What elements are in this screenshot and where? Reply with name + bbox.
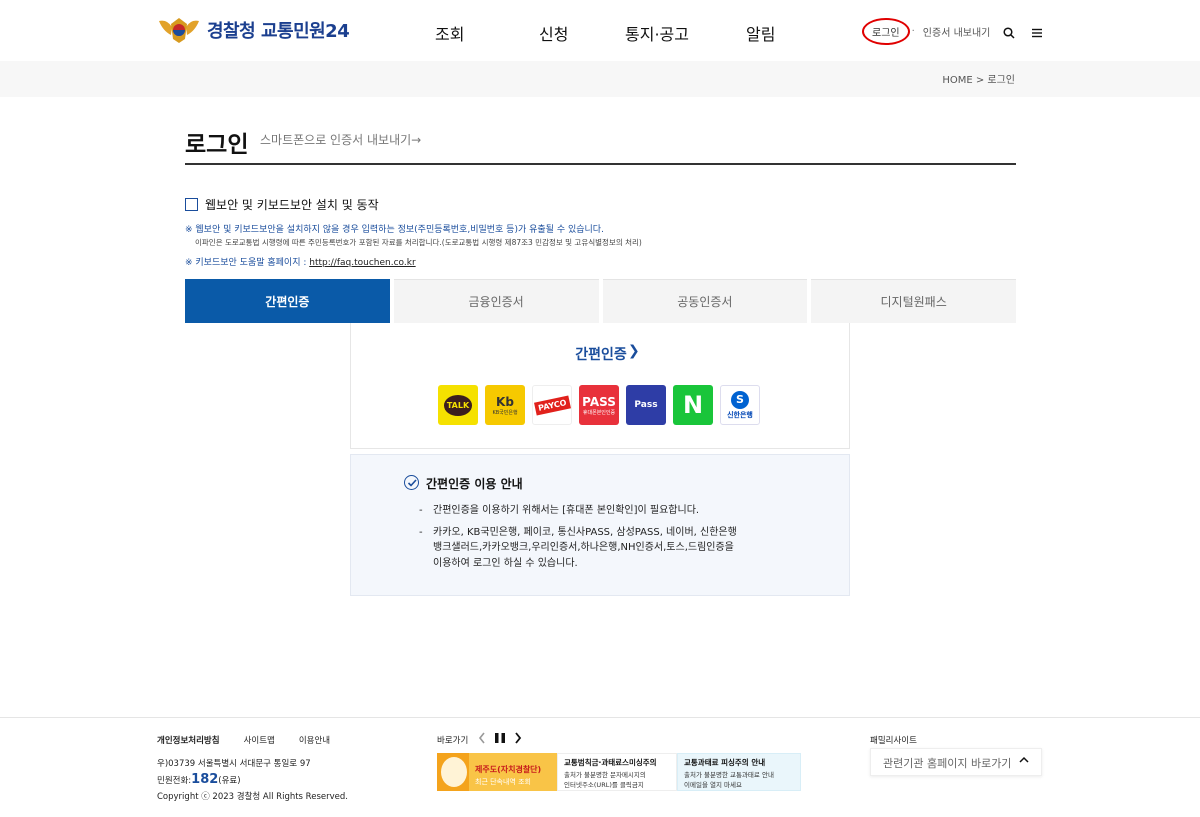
kakao-auth-button[interactable]: TALK	[438, 385, 478, 425]
keyboard-help-link[interactable]: http://faq.touchen.co.kr	[309, 258, 415, 268]
util-separator: ·	[911, 25, 915, 37]
page: 경찰청 교통민원24 조회 신청 통지·공고 알림 로그인 · 인증서 내보내기…	[0, 0, 1200, 817]
auth-tabs: 간편인증 금융인증서 공동인증서 디지털원패스	[185, 279, 1016, 323]
payco-auth-button[interactable]: PAYCO	[532, 385, 572, 425]
header: 경찰청 교통민원24 조회 신청 통지·공고 알림 로그인 · 인증서 내보내기	[0, 0, 1200, 61]
guide-item-line: 이용하여 로그인 하실 수 있습니다.	[433, 557, 578, 569]
guide-item-line: 카카오, KB국민은행, 페이코, 통신사PASS, 삼성PASS, 네이버, …	[433, 526, 737, 538]
footer-links: 개인정보처리방침 사이트맵 이용안내	[157, 734, 330, 746]
security-checkbox-label[interactable]: 웹보안 및 키보드보안 설치 및 동작	[205, 196, 379, 213]
privacy-notice: 이파인은 도로교통법 시행령에 따른 주민등록번호가 포함된 자료를 처리합니다…	[195, 238, 642, 247]
search-icon[interactable]	[1003, 24, 1015, 43]
export-cert-smartphone-link[interactable]: 스마트폰으로 인증서 내보내기→	[260, 131, 421, 148]
police-emblem-icon	[157, 15, 201, 45]
privacy-policy-link[interactable]: 개인정보처리방침	[157, 734, 220, 746]
samsung-pass-auth-button[interactable]: Pass	[626, 385, 666, 425]
simple-auth-title[interactable]: 간편인증	[351, 344, 851, 364]
footer-copyright: Copyright ⓒ 2023 경찰청 All Rights Reserved…	[157, 792, 348, 802]
smishing-banner-text: 출처가 불분명한 문자메시지의인터넷주소(URL)를 클릭금지	[564, 770, 670, 790]
security-checkbox[interactable]	[185, 198, 198, 211]
jeju-banner-line2: 최근 단속내역 조회	[475, 778, 531, 786]
tel-suffix: (유료)	[218, 776, 241, 786]
smishing-line2: 인터넷주소(URL)를 클릭금지	[564, 781, 644, 789]
page-title: 로그인	[185, 132, 249, 158]
simple-auth-panel: 간편인증 ❯ TALK Kb KB국민은행 PAYCO PASS 휴대폰본인인증…	[350, 323, 850, 449]
samsung-pass-label: Pass	[634, 400, 658, 410]
chevron-left-icon[interactable]	[478, 732, 486, 747]
shinhan-label: 신한은행	[727, 410, 753, 419]
kb-label: Kb	[496, 394, 514, 409]
smishing-banner[interactable]: 교통범칙금·과태료스미싱주의 출처가 불분명한 문자메시지의인터넷주소(URL)…	[557, 753, 677, 791]
phishing-banner[interactable]: 교통과태료 피싱주의 안내 출처가 불분명한 교통과태료 안내이메일을 열지 마…	[677, 753, 801, 791]
kb-auth-button[interactable]: Kb KB국민은행	[485, 385, 525, 425]
simple-auth-guide: 간편인증 이용 안내 간편인증을 이용하기 위해서는 [휴대폰 본인확인]이 필…	[350, 454, 850, 596]
keyboard-help-prefix: ※ 키보드보안 도움말 홈페이지 :	[185, 258, 310, 268]
phishing-line2: 이메일을 열지 마세요	[684, 781, 742, 789]
guide-item: 카카오, KB국민은행, 페이코, 통신사PASS, 삼성PASS, 네이버, …	[419, 525, 737, 572]
nav-item-apply[interactable]: 신청	[539, 21, 568, 45]
footer-tel: 민원전화:182(유료)	[157, 772, 241, 787]
login-link[interactable]: 로그인	[862, 17, 910, 45]
guide-title: 간편인증 이용 안내	[426, 477, 523, 491]
shinhan-s-logo: S	[731, 390, 749, 409]
logo-text: 경찰청 교통민원24	[207, 21, 350, 42]
tab-joint-cert[interactable]: 공동인증서	[602, 279, 808, 323]
kakao-label: TALK	[443, 394, 473, 416]
footer: 개인정보처리방침 사이트맵 이용안내 우)03739 서울특별시 서대문구 통일…	[0, 717, 1200, 817]
phishing-banner-text: 출처가 불분명한 교통과태료 안내이메일을 열지 마세요	[684, 770, 794, 790]
tel-number: 182	[191, 772, 219, 787]
phishing-banner-title: 교통과태료 피싱주의 안내	[684, 758, 766, 767]
guide-item-line: 뱅크샐러드,카카오뱅크,우리인증서,하나은행,NH인증서,토스,드림인증을	[433, 542, 734, 553]
phishing-line1: 출처가 불분명한 교통과태료 안내	[684, 771, 774, 779]
tab-financial-cert[interactable]: 금융인증서	[393, 279, 599, 323]
pass-label: PASS	[582, 394, 616, 409]
sub-band: HOME > 로그인	[0, 61, 1200, 97]
jeju-banner[interactable]: 제주도(자치경찰단) 최근 단속내역 조회	[437, 753, 557, 791]
nav-item-notice[interactable]: 통지·공고	[625, 21, 689, 45]
naver-label: N	[682, 391, 704, 419]
security-notice: ※ 웹보안 및 키보드보안을 설치하지 않을 경우 입력하는 정보(주민등록번호…	[185, 225, 604, 235]
kb-sub-label: KB국민은행	[492, 409, 518, 416]
site-logo[interactable]: 경찰청 교통민원24	[157, 15, 350, 45]
family-site-value: 관련기관 홈페이지 바로가기	[883, 757, 1012, 770]
naver-auth-button[interactable]: N	[673, 385, 713, 425]
pass-sub-label: 휴대폰본인인증	[582, 409, 616, 416]
banner-strip: 제주도(자치경찰단) 최근 단속내역 조회 교통범칙금·과태료스미싱주의 출처가…	[437, 753, 801, 791]
tel-prefix: 민원전화:	[157, 776, 192, 786]
footer-address: 우)03739 서울특별시 서대문구 통일로 97	[157, 759, 311, 769]
jeju-banner-line1: 제주도(자치경찰단)	[475, 765, 542, 774]
usage-guide-link[interactable]: 이용안내	[299, 734, 330, 746]
sitemap-link[interactable]: 사이트맵	[244, 734, 275, 746]
tab-digital-onepass[interactable]: 디지털원패스	[811, 279, 1016, 323]
check-circle-icon	[404, 475, 419, 490]
auth-provider-list: TALK Kb KB국민은행 PAYCO PASS 휴대폰본인인증 Pass N…	[438, 385, 760, 425]
chevron-right-icon[interactable]	[514, 732, 522, 747]
pass-auth-button[interactable]: PASS 휴대폰본인인증	[579, 385, 619, 425]
chevron-right-icon[interactable]: ❯	[628, 343, 640, 359]
shinhan-auth-button[interactable]: S 신한은행	[720, 385, 760, 425]
nav-item-inquiry[interactable]: 조회	[435, 21, 464, 45]
smishing-banner-title: 교통범칙금·과태료스미싱주의	[564, 758, 657, 767]
family-site-select[interactable]: 관련기관 홈페이지 바로가기	[870, 748, 1042, 776]
nav-item-alert[interactable]: 알림	[746, 21, 775, 45]
menu-icon[interactable]	[1031, 24, 1043, 43]
police-character-icon	[441, 757, 467, 787]
export-cert-link[interactable]: 인증서 내보내기	[917, 20, 997, 43]
chevron-up-icon	[1019, 755, 1029, 768]
family-site-label: 패밀리사이트	[870, 736, 917, 746]
guide-list: 간편인증을 이용하기 위해서는 [휴대폰 본인확인]이 필요합니다. 카카오, …	[419, 503, 737, 571]
smishing-line1: 출처가 불분명한 문자메시지의	[564, 771, 646, 779]
payco-label: PAYCO	[533, 395, 571, 415]
tab-simple-auth[interactable]: 간편인증	[185, 279, 390, 323]
guide-item: 간편인증을 이용하기 위해서는 [휴대폰 본인확인]이 필요합니다.	[419, 503, 737, 519]
keyboard-help-notice: ※ 키보드보안 도움말 홈페이지 : http://faq.touchen.co…	[185, 255, 416, 268]
pause-icon[interactable]	[494, 732, 506, 747]
quick-link-label: 바로가기	[437, 736, 469, 746]
util-menu: 로그인 · 인증서 내보내기	[862, 17, 997, 45]
breadcrumb: HOME > 로그인	[942, 75, 1015, 86]
banner-controls	[478, 732, 522, 747]
page-title-area: 로그인 스마트폰으로 인증서 내보내기→	[185, 125, 1016, 165]
